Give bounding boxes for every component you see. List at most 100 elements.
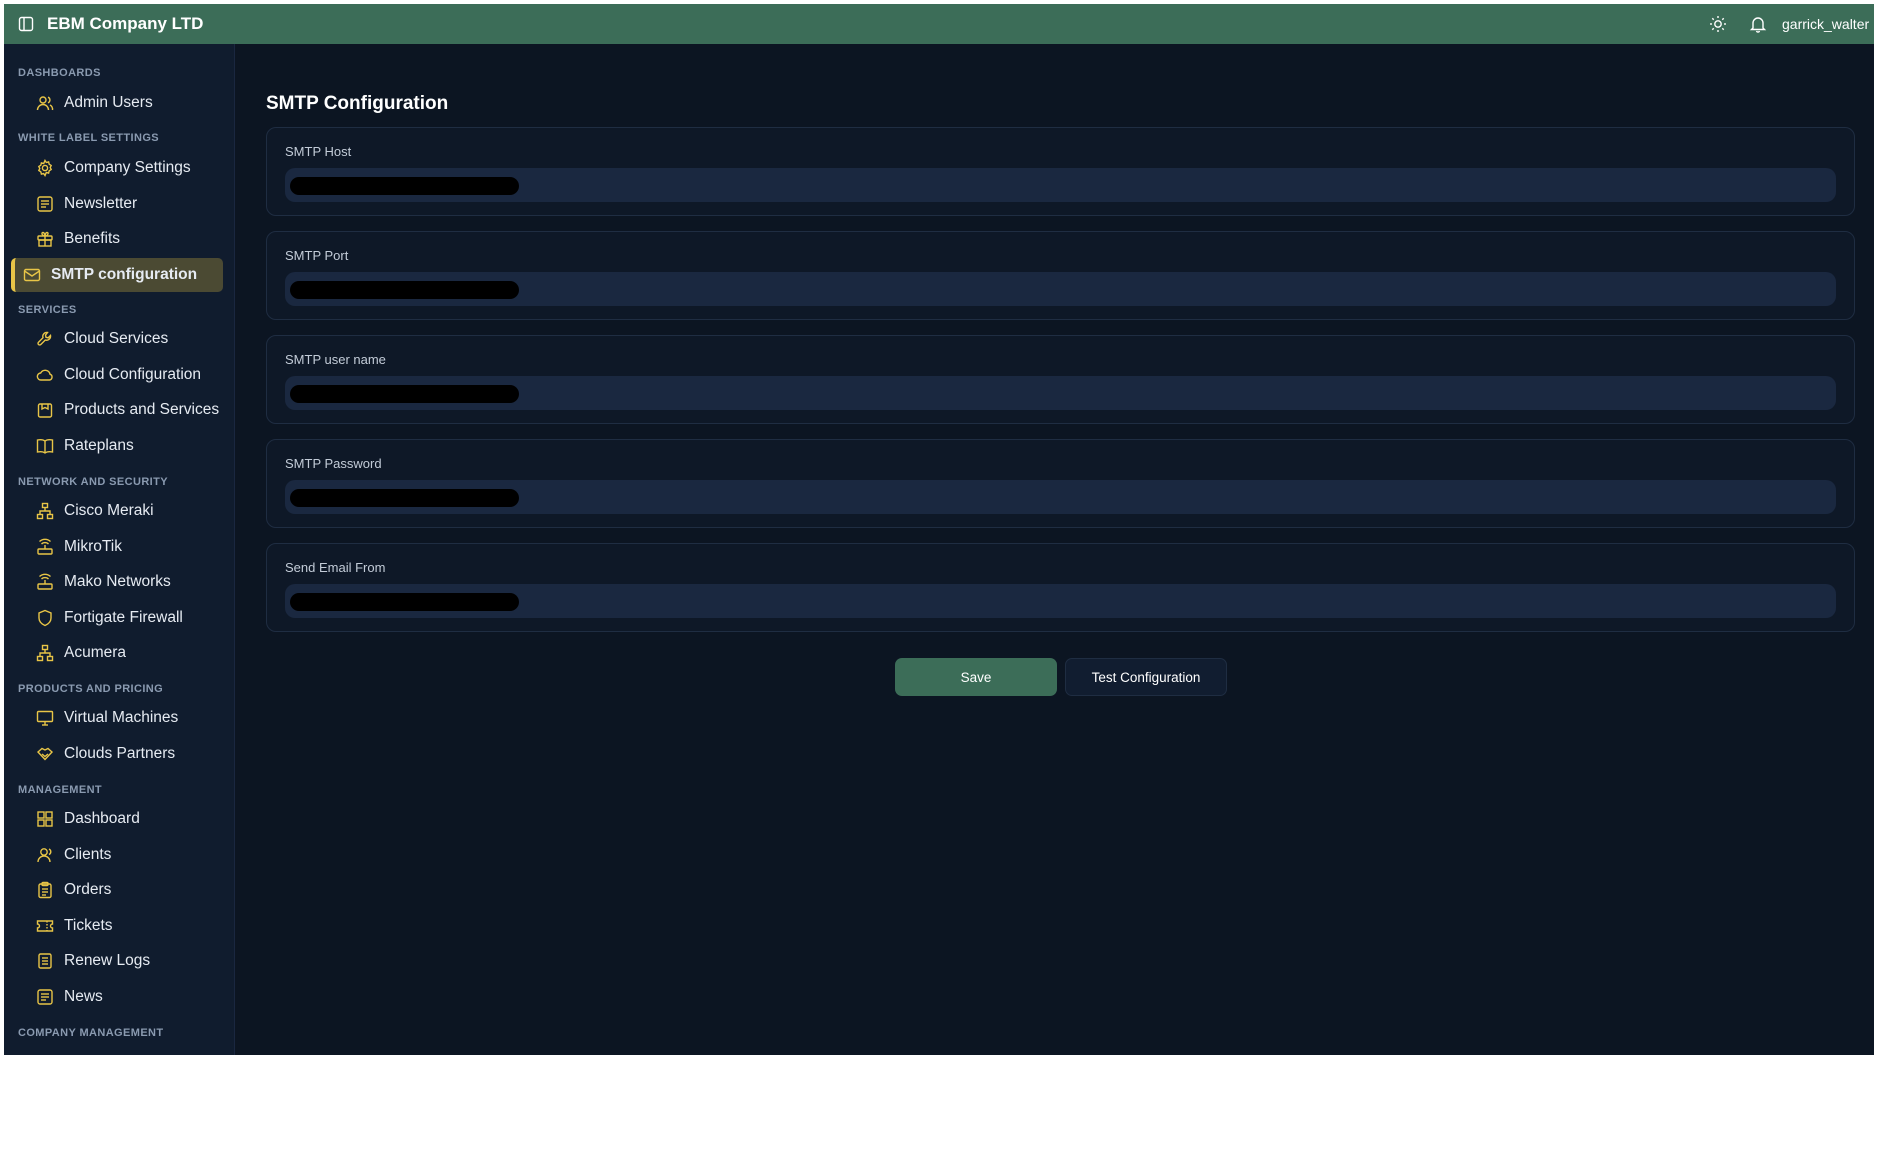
sidebar-item-label: Cisco Meraki [64, 502, 154, 519]
save-button[interactable]: Save [895, 658, 1057, 696]
smtp-password-input[interactable] [285, 480, 1836, 514]
section-title-company-management: COMPANY MANAGEMENT [18, 1027, 164, 1039]
sidebar-item-virtual-machines[interactable]: Virtual Machines [36, 703, 232, 733]
field-label: SMTP user name [285, 352, 386, 367]
network-icon [36, 502, 54, 520]
sidebar-item-renew-logs[interactable]: Renew Logs [36, 946, 232, 976]
clipboard-icon [36, 881, 54, 899]
sidebar-item-mikrotik[interactable]: MikroTik [36, 532, 232, 562]
smtp-username-input[interactable] [285, 376, 1836, 410]
book-icon [36, 437, 54, 455]
sidebar-item-cloud-services[interactable]: Cloud Services [36, 324, 232, 354]
newspaper-icon [36, 988, 54, 1006]
sidebar-item-label: Renew Logs [64, 952, 151, 969]
section-title-products-pricing: PRODUCTS AND PRICING [18, 683, 164, 695]
smtp-host-input[interactable] [285, 168, 1836, 202]
section-title-management: MANAGEMENT [18, 784, 103, 796]
smtp-port-card: SMTP Port [266, 231, 1855, 320]
sidebar-item-label: Cloud Services [64, 330, 169, 347]
redacted-value [290, 177, 519, 195]
field-label: SMTP Port [285, 248, 349, 263]
smtp-password-card: SMTP Password [266, 439, 1855, 528]
sidebar-item-fortigate-firewall[interactable]: Fortigate Firewall [36, 603, 232, 633]
user-icon [36, 846, 54, 864]
field-label: SMTP Password [285, 456, 382, 471]
sidebar-item-benefits[interactable]: Benefits [36, 224, 232, 254]
app-window: EBM Company LTD garrick_walter DASHBOARD… [4, 4, 1874, 1055]
sidebar-item-products-and-services[interactable]: Products and Services [36, 395, 232, 425]
sidebar-item-clouds-partners[interactable]: Clouds Partners [36, 739, 232, 769]
sidebar-item-label: Mako Networks [64, 573, 171, 590]
sidebar-item-label: Admin Users [64, 94, 153, 111]
shield-icon [36, 609, 54, 627]
sidebar-toggle-icon[interactable] [18, 16, 34, 32]
redacted-value [290, 489, 519, 507]
sun-icon[interactable] [1709, 15, 1727, 33]
sidebar-item-newsletter[interactable]: Newsletter [36, 189, 232, 219]
sidebar-item-tickets[interactable]: Tickets [36, 911, 232, 941]
router-icon [36, 538, 54, 556]
sidebar-item-dashboard[interactable]: Dashboard [36, 804, 232, 834]
handshake-icon [36, 745, 54, 763]
sidebar-item-label: SMTP configuration [51, 266, 198, 283]
users-icon [36, 94, 54, 112]
section-title-network-security: NETWORK AND SECURITY [18, 476, 168, 488]
sidebar-item-label: Newsletter [64, 195, 138, 212]
sidebar-item-cisco-meraki[interactable]: Cisco Meraki [36, 496, 232, 526]
sidebar-item-clients[interactable]: Clients [36, 840, 232, 870]
sidebar-item-label: MikroTik [64, 538, 122, 555]
username[interactable]: garrick_walter [1782, 16, 1869, 32]
sidebar-item-label: Clients [64, 846, 112, 863]
section-title-white-label: WHITE LABEL SETTINGS [18, 132, 160, 144]
section-title-dashboards: DASHBOARDS [18, 67, 101, 79]
sidebar-item-label: Fortigate Firewall [64, 609, 183, 626]
smtp-username-card: SMTP user name [266, 335, 1855, 424]
send-email-from-card: Send Email From [266, 543, 1855, 632]
send-email-from-input[interactable] [285, 584, 1836, 618]
field-label: Send Email From [285, 560, 386, 575]
sidebar-item-mako-networks[interactable]: Mako Networks [36, 567, 232, 597]
smtp-host-card: SMTP Host [266, 127, 1855, 216]
sidebar-item-company-settings[interactable]: Company Settings [36, 153, 232, 183]
sidebar-item-rateplans[interactable]: Rateplans [36, 431, 232, 461]
sidebar-item-smtp-configuration[interactable]: SMTP configuration [11, 258, 223, 292]
sidebar-item-label: Tickets [64, 917, 113, 934]
wrench-icon [36, 330, 54, 348]
monitor-icon [36, 709, 54, 727]
sidebar-item-label: Company Settings [64, 159, 191, 176]
bell-icon[interactable] [1749, 15, 1767, 33]
field-label: SMTP Host [285, 144, 352, 159]
sidebar-item-cloud-configuration[interactable]: Cloud Configuration [36, 360, 232, 390]
sidebar-item-acumera[interactable]: Acumera [36, 638, 232, 668]
sidebar-item-orders[interactable]: Orders [36, 875, 232, 905]
network-icon [36, 644, 54, 662]
sidebar-item-label: Virtual Machines [64, 709, 179, 726]
gift-icon [36, 230, 54, 248]
log-icon [36, 952, 54, 970]
sidebar-item-label: Acumera [64, 644, 127, 661]
dashboard-icon [36, 810, 54, 828]
sidebar-item-news[interactable]: News [36, 982, 232, 1012]
test-configuration-button[interactable]: Test Configuration [1065, 658, 1227, 696]
sidebar-item-label: Orders [64, 881, 112, 898]
sidebar-item-label: Products and Services [64, 401, 220, 418]
gear-icon [36, 159, 54, 177]
redacted-value [290, 385, 519, 403]
sidebar-item-label: Cloud Configuration [64, 366, 202, 383]
sidebar-item-admin-users[interactable]: Admin Users [36, 88, 232, 118]
ticket-icon [36, 917, 54, 935]
brand-title: EBM Company LTD [47, 14, 204, 33]
sidebar-item-label: Rateplans [64, 437, 134, 454]
sidebar: DASHBOARDS Admin Users WHITE LABEL SETTI… [4, 44, 235, 1055]
top-bar: EBM Company LTD garrick_walter [4, 4, 1874, 44]
newspaper-icon [36, 195, 54, 213]
mail-icon [23, 266, 41, 284]
smtp-port-input[interactable] [285, 272, 1836, 306]
sidebar-item-label: Clouds Partners [64, 745, 176, 762]
sidebar-item-label: News [64, 988, 103, 1005]
sidebar-item-label: Benefits [64, 230, 121, 247]
sidebar-item-label: Dashboard [64, 810, 140, 827]
package-icon [36, 401, 54, 419]
main-content: SMTP Configuration SMTP Host SMTP Port S… [235, 44, 1874, 1055]
page-title: SMTP Configuration [266, 93, 449, 114]
